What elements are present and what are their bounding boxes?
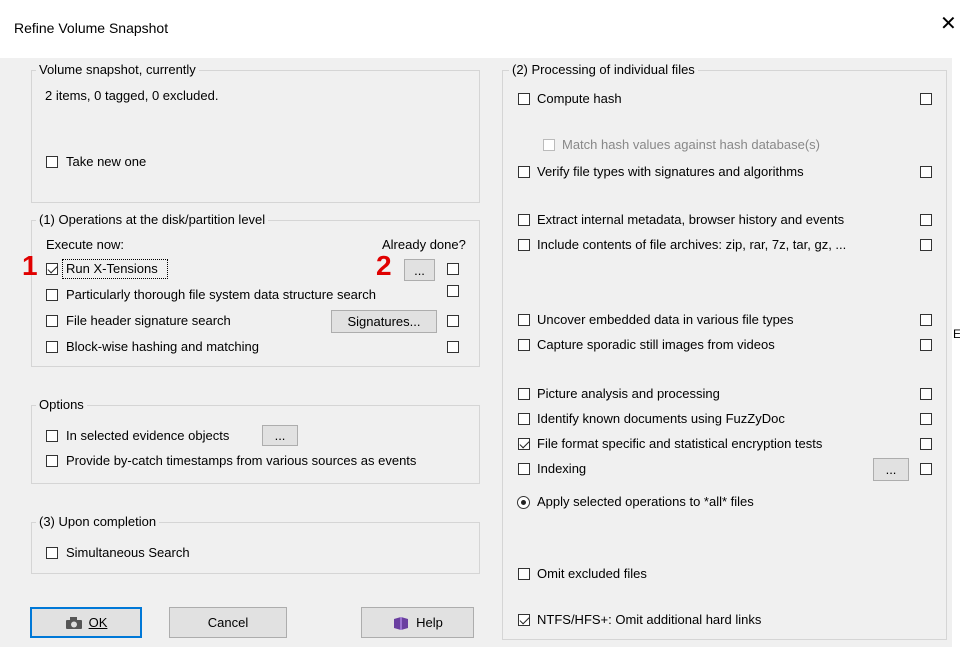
archives-done-checkbox[interactable]	[920, 239, 932, 251]
annotation-marker-2: 2	[376, 250, 392, 281]
extract-metadata-checkbox[interactable]	[518, 214, 530, 226]
picture-analysis-done-checkbox[interactable]	[920, 388, 932, 400]
capture-stills-label[interactable]: Capture sporadic still images from video…	[537, 337, 775, 352]
help-label: Help	[416, 615, 443, 630]
encryption-tests-checkbox[interactable]	[518, 438, 530, 450]
snapshot-status: 2 items, 0 tagged, 0 excluded.	[45, 88, 219, 103]
fuzzydoc-label[interactable]: Identify known documents using FuzZyDoc	[537, 411, 785, 426]
selected-evidence-checkbox[interactable]	[46, 430, 58, 442]
selected-evidence-label[interactable]: In selected evidence objects	[66, 428, 229, 443]
picture-analysis-label[interactable]: Picture analysis and processing	[537, 386, 720, 401]
completion-legend: (3) Upon completion	[36, 514, 160, 529]
block-hashing-done-checkbox[interactable]	[447, 341, 459, 353]
disk-operations-legend: (1) Operations at the disk/partition lev…	[36, 212, 269, 227]
compute-hash-label[interactable]: Compute hash	[537, 91, 622, 106]
fuzzydoc-done-checkbox[interactable]	[920, 413, 932, 425]
volume-snapshot-legend: Volume snapshot, currently	[36, 62, 199, 77]
take-new-checkbox[interactable]	[46, 156, 58, 168]
block-hashing-label[interactable]: Block-wise hashing and matching	[66, 339, 259, 354]
archives-label[interactable]: Include contents of file archives: zip, …	[537, 237, 846, 252]
simultaneous-search-checkbox[interactable]	[46, 547, 58, 559]
run-xtensions-focus	[62, 259, 168, 279]
fuzzydoc-checkbox[interactable]	[518, 413, 530, 425]
uncover-embedded-checkbox[interactable]	[518, 314, 530, 326]
cancel-button[interactable]: Cancel	[169, 607, 287, 638]
match-hash-checkbox[interactable]	[543, 139, 555, 151]
dialog-window: Refine Volume Snapshot ✕ E Volume snapsh…	[0, 0, 960, 647]
run-xtensions-done-checkbox[interactable]	[447, 263, 459, 275]
camera-icon	[65, 616, 82, 629]
picture-analysis-checkbox[interactable]	[518, 388, 530, 400]
background-window-edge-char: E	[953, 327, 960, 341]
omit-hardlinks-label[interactable]: NTFS/HFS+: Omit additional hard links	[537, 612, 761, 627]
verify-types-done-checkbox[interactable]	[920, 166, 932, 178]
extract-metadata-label[interactable]: Extract internal metadata, browser histo…	[537, 212, 844, 227]
ok-label: OK	[88, 615, 108, 630]
uncover-embedded-label[interactable]: Uncover embedded data in various file ty…	[537, 312, 794, 327]
thorough-search-checkbox[interactable]	[46, 289, 58, 301]
match-hash-label[interactable]: Match hash values against hash database(…	[562, 137, 820, 152]
bycatch-timestamps-label[interactable]: Provide by-catch timestamps from various…	[66, 453, 416, 468]
capture-stills-checkbox[interactable]	[518, 339, 530, 351]
ok-button[interactable]: OK	[30, 607, 142, 638]
extract-metadata-done-checkbox[interactable]	[920, 214, 932, 226]
close-icon[interactable]: ✕	[940, 14, 957, 34]
apply-all-radio[interactable]	[517, 496, 530, 509]
already-done-label: Already done?	[382, 237, 466, 252]
file-processing-group	[502, 70, 947, 640]
indexing-more-button[interactable]: ...	[873, 458, 909, 481]
background-window-edge	[952, 58, 960, 647]
xtensions-more-button[interactable]: ...	[404, 259, 435, 281]
encryption-tests-done-checkbox[interactable]	[920, 438, 932, 450]
bycatch-timestamps-checkbox[interactable]	[46, 455, 58, 467]
verify-types-label[interactable]: Verify file types with signatures and al…	[537, 164, 804, 179]
uncover-embedded-done-checkbox[interactable]	[920, 314, 932, 326]
indexing-done-checkbox[interactable]	[920, 463, 932, 475]
verify-types-checkbox[interactable]	[518, 166, 530, 178]
options-legend: Options	[36, 397, 87, 412]
capture-stills-done-checkbox[interactable]	[920, 339, 932, 351]
annotation-marker-1: 1	[22, 250, 38, 281]
omit-excluded-checkbox[interactable]	[518, 568, 530, 580]
encryption-tests-label[interactable]: File format specific and statistical enc…	[537, 436, 822, 451]
thorough-search-label[interactable]: Particularly thorough file system data s…	[66, 287, 376, 302]
execute-now-label: Execute now:	[46, 237, 125, 252]
indexing-checkbox[interactable]	[518, 463, 530, 475]
omit-excluded-label[interactable]: Omit excluded files	[537, 566, 647, 581]
file-processing-legend: (2) Processing of individual files	[509, 62, 698, 77]
take-new-label[interactable]: Take new one	[66, 154, 146, 169]
help-book-icon	[394, 616, 409, 630]
apply-all-label[interactable]: Apply selected operations to *all* files	[537, 494, 754, 509]
signature-search-checkbox[interactable]	[46, 315, 58, 327]
window-title: Refine Volume Snapshot	[14, 20, 169, 36]
omit-hardlinks-checkbox[interactable]	[518, 614, 530, 626]
block-hashing-checkbox[interactable]	[46, 341, 58, 353]
archives-checkbox[interactable]	[518, 239, 530, 251]
signatures-button[interactable]: Signatures...	[331, 310, 437, 333]
thorough-search-done-checkbox[interactable]	[447, 285, 459, 297]
selected-evidence-more-button[interactable]: ...	[262, 425, 298, 446]
run-xtensions-checkbox[interactable]	[46, 263, 58, 275]
title-bar: Refine Volume Snapshot ✕	[0, 0, 960, 58]
indexing-label[interactable]: Indexing	[537, 461, 586, 476]
help-button[interactable]: Help	[361, 607, 474, 638]
compute-hash-checkbox[interactable]	[518, 93, 530, 105]
compute-hash-done-checkbox[interactable]	[920, 93, 932, 105]
signature-search-done-checkbox[interactable]	[447, 315, 459, 327]
options-group	[31, 405, 480, 484]
simultaneous-search-label[interactable]: Simultaneous Search	[66, 545, 190, 560]
signature-search-label[interactable]: File header signature search	[66, 313, 231, 328]
